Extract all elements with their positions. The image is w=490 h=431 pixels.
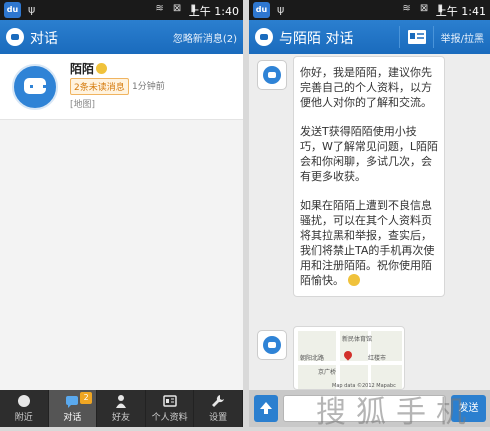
chat-bubble-icon (66, 396, 79, 408)
smile-emoji-icon (347, 274, 360, 286)
clock: 上午 1:40 (188, 5, 239, 18)
avatar[interactable] (257, 60, 287, 90)
map-pin-icon (342, 349, 354, 361)
message-text: 发送T获得陌陌使用小技巧，W了解常见问题，L陌陌会和你闲聊，多试几次，会有更多收… (300, 125, 439, 183)
tab-conversations[interactable]: 对话 2 (48, 390, 98, 427)
conversation-time: 1分钟前 (132, 82, 165, 92)
ignore-new-messages-button[interactable]: 忽略新消息(2) (173, 30, 237, 45)
conversation-name: 陌陌 (70, 60, 108, 77)
bottom-tab-bar: 附近 对话 2 好友 个人资料 设置 (0, 390, 243, 427)
du-app-icon: du (253, 2, 270, 18)
message-list[interactable]: 你好，我是陌陌，建议你先完善自己的个人资料，以方便他人对你的了解和交流。 发送T… (249, 54, 490, 390)
conversation-preview: [地图] (70, 100, 96, 110)
conversation-item[interactable]: 陌陌 2条未读消息 1分钟前 [地图] (0, 54, 243, 120)
profile-card-icon[interactable] (407, 29, 427, 45)
unread-count-badge: 2 (80, 392, 93, 404)
tab-settings[interactable]: 设置 (194, 390, 243, 427)
watermark: 搜狐手机 (316, 395, 476, 430)
avatar[interactable] (257, 330, 287, 360)
usb-icon: ψ (277, 3, 285, 16)
conversation-list-screen: du ψ ≋ ⊠ ▮ 上午 1:40 对话 忽略新消息(2) 陌陌 2条未读消息… (0, 0, 243, 427)
person-icon (115, 395, 126, 408)
status-bar: du ψ ≋ ⊠ ▮ 上午 1:41 (249, 0, 490, 20)
more-options-button[interactable] (254, 395, 278, 422)
message-text: 如果在陌陌上遭到不良信息骚扰，可以在其个人资料页将其拉黑和举报，查实后，我们将禁… (300, 199, 435, 287)
tab-friends[interactable]: 好友 (97, 390, 146, 427)
wrench-icon (212, 395, 225, 407)
du-app-icon: du (4, 2, 21, 18)
avatar (12, 64, 58, 110)
unread-badge: 2条未读消息 (70, 78, 129, 95)
momo-logo-icon (6, 28, 24, 46)
chat-screen: du ψ ≋ ⊠ ▮ 上午 1:41 与陌陌 对话 举报/拉黑 你好，我是陌陌，… (249, 0, 490, 427)
location-dot-icon (17, 395, 30, 407)
app-header: 对话 忽略新消息(2) (0, 20, 243, 54)
divider (399, 26, 400, 48)
page-title: 对话 (30, 31, 58, 47)
smile-emoji-icon (96, 63, 108, 74)
map-message[interactable]: 新民体育馆 红楼市 京广桥 朝阳北路 Map data ©2012 Mapabc (293, 326, 405, 390)
message-text: 你好，我是陌陌，建议你先完善自己的个人资料，以方便他人对你的了解和交流。 (300, 66, 432, 109)
momo-logo-icon (255, 28, 273, 46)
arrow-up-icon (260, 402, 272, 414)
tab-nearby[interactable]: 附近 (0, 390, 49, 427)
chat-header: 与陌陌 对话 举报/拉黑 (249, 20, 490, 54)
divider (433, 26, 434, 48)
status-bar: du ψ ≋ ⊠ ▮ 上午 1:40 (0, 0, 243, 20)
report-block-button[interactable]: 举报/拉黑 (441, 30, 484, 45)
clock: 上午 1:41 (435, 5, 486, 18)
chat-title: 与陌陌 对话 (279, 31, 354, 47)
profile-card-icon (162, 395, 177, 407)
map-thumbnail: 新民体育馆 红楼市 京广桥 朝阳北路 Map data ©2012 Mapabc (298, 331, 402, 389)
message-bubble: 你好，我是陌陌，建议你先完善自己的个人资料，以方便他人对你的了解和交流。 发送T… (293, 56, 445, 297)
usb-icon: ψ (28, 3, 36, 16)
tab-profile[interactable]: 个人资料 (146, 390, 195, 427)
